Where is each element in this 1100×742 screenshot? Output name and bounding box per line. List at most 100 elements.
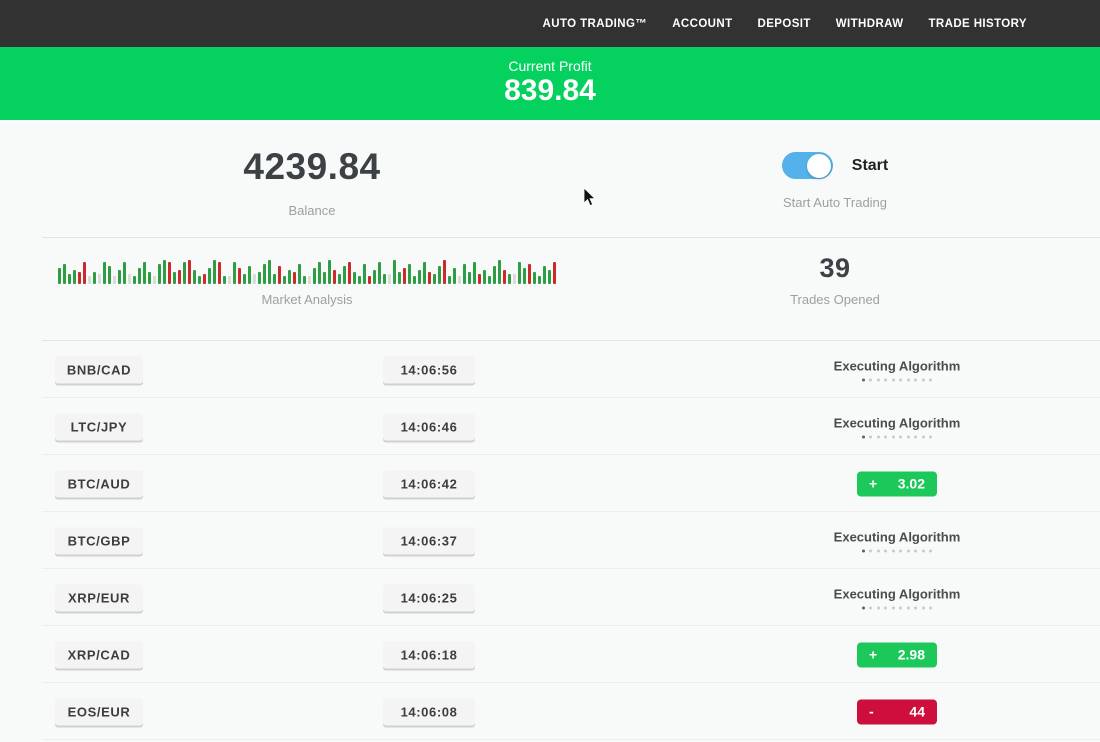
market-bar	[493, 266, 496, 284]
time-chip[interactable]: 14:06:18	[383, 641, 475, 668]
market-bar	[133, 276, 136, 284]
nav-account[interactable]: ACCOUNT	[672, 18, 732, 30]
progress-dot	[914, 435, 917, 438]
progress-dot	[922, 549, 925, 552]
progress-dot	[914, 549, 917, 552]
trades-opened-cell: 39 Trades Opened	[700, 253, 970, 307]
market-bar	[108, 266, 111, 284]
pair-chip[interactable]: BTC/GBP	[55, 527, 143, 554]
progress-dot	[877, 378, 880, 381]
progress-dot	[869, 435, 872, 438]
market-bar	[128, 274, 131, 284]
pair-chip[interactable]: BTC/AUD	[55, 470, 143, 497]
market-bar	[213, 260, 216, 284]
time-chip[interactable]: 14:06:08	[383, 698, 475, 725]
progress-dot	[884, 606, 887, 609]
trade-row: BNB/CAD 14:06:56 Executing Algorithm	[0, 341, 1100, 398]
nav-trade-history[interactable]: TRADE HISTORY	[929, 18, 1028, 30]
progress-dot	[929, 549, 932, 552]
progress-dot	[862, 606, 865, 609]
section-divider	[42, 237, 1100, 238]
market-bar	[348, 262, 351, 284]
market-bar	[103, 262, 106, 284]
market-analysis-label: Market Analysis	[42, 292, 572, 307]
result-sign: +	[869, 647, 877, 663]
trade-result-cell: +2.98	[797, 642, 997, 667]
result-amount: 44	[909, 704, 925, 720]
nav-auto-trading[interactable]: AUTO TRADING™	[543, 18, 648, 30]
market-bar	[458, 276, 461, 284]
market-bar	[463, 264, 466, 284]
market-bar	[533, 272, 536, 284]
market-bar	[268, 260, 271, 284]
market-bar	[273, 274, 276, 284]
progress-dot	[869, 378, 872, 381]
market-bar	[408, 264, 411, 284]
time-chip[interactable]: 14:06:37	[383, 527, 475, 554]
progress-dot	[907, 606, 910, 609]
progress-dot	[892, 435, 895, 438]
trade-result-cell: Executing Algorithm	[797, 586, 997, 609]
market-bar	[278, 266, 281, 284]
market-bar	[483, 270, 486, 284]
pair-chip[interactable]: XRP/EUR	[55, 584, 143, 611]
auto-trading-page: AUTO TRADING™ ACCOUNT DEPOSIT WITHDRAW T…	[0, 0, 1100, 742]
row-divider	[42, 739, 1100, 740]
market-bar	[343, 266, 346, 284]
market-bar	[523, 268, 526, 284]
market-bar	[478, 274, 481, 284]
market-bar	[93, 272, 96, 284]
progress-dot	[929, 435, 932, 438]
market-bar	[188, 260, 191, 284]
toggle-start-label: Start	[852, 157, 888, 175]
progress-dot	[892, 549, 895, 552]
time-chip[interactable]: 14:06:42	[383, 470, 475, 497]
time-chip[interactable]: 14:06:56	[383, 356, 475, 383]
trade-result-badge: +3.02	[857, 471, 937, 496]
progress-dot	[907, 549, 910, 552]
current-profit-label: Current Profit	[0, 58, 1100, 74]
market-bar	[173, 272, 176, 284]
market-bar	[288, 270, 291, 284]
pair-chip[interactable]: EOS/EUR	[55, 698, 143, 725]
progress-dot	[914, 378, 917, 381]
time-chip[interactable]: 14:06:25	[383, 584, 475, 611]
market-bar	[373, 270, 376, 284]
market-bar	[203, 274, 206, 284]
pair-chip[interactable]: LTC/JPY	[55, 413, 143, 440]
market-bar	[318, 262, 321, 284]
market-analysis-cell: Market Analysis	[42, 255, 572, 307]
market-bar	[488, 276, 491, 284]
progress-dot	[862, 549, 865, 552]
progress-dot	[862, 435, 865, 438]
progress-dot	[892, 606, 895, 609]
progress-dot	[914, 606, 917, 609]
nav-deposit[interactable]: DEPOSIT	[758, 18, 811, 30]
pair-chip[interactable]: BNB/CAD	[55, 356, 143, 383]
market-bar	[218, 262, 221, 284]
trade-result-cell: -44	[797, 699, 997, 724]
market-bar	[148, 272, 151, 284]
auto-trading-toggle[interactable]	[782, 152, 833, 179]
market-analysis-chart	[42, 255, 572, 284]
trades-opened-label: Trades Opened	[700, 292, 970, 307]
market-bar	[418, 270, 421, 284]
progress-dot	[877, 606, 880, 609]
market-bar	[193, 270, 196, 284]
market-bar	[168, 262, 171, 284]
executing-algorithm-label: Executing Algorithm	[797, 586, 997, 601]
progress-dot	[884, 378, 887, 381]
market-bar	[508, 274, 511, 284]
market-bar	[68, 274, 71, 284]
executing-progress-dots	[797, 549, 997, 552]
progress-dot	[869, 606, 872, 609]
trade-row: BTC/AUD 14:06:42 +3.02	[0, 455, 1100, 512]
market-bar	[258, 272, 261, 284]
market-bar	[328, 260, 331, 284]
nav-withdraw[interactable]: WITHDRAW	[836, 18, 904, 30]
progress-dot	[877, 435, 880, 438]
time-chip[interactable]: 14:06:46	[383, 413, 475, 440]
market-bar	[333, 270, 336, 284]
pair-chip[interactable]: XRP/CAD	[55, 641, 143, 668]
executing-algorithm-label: Executing Algorithm	[797, 358, 997, 373]
